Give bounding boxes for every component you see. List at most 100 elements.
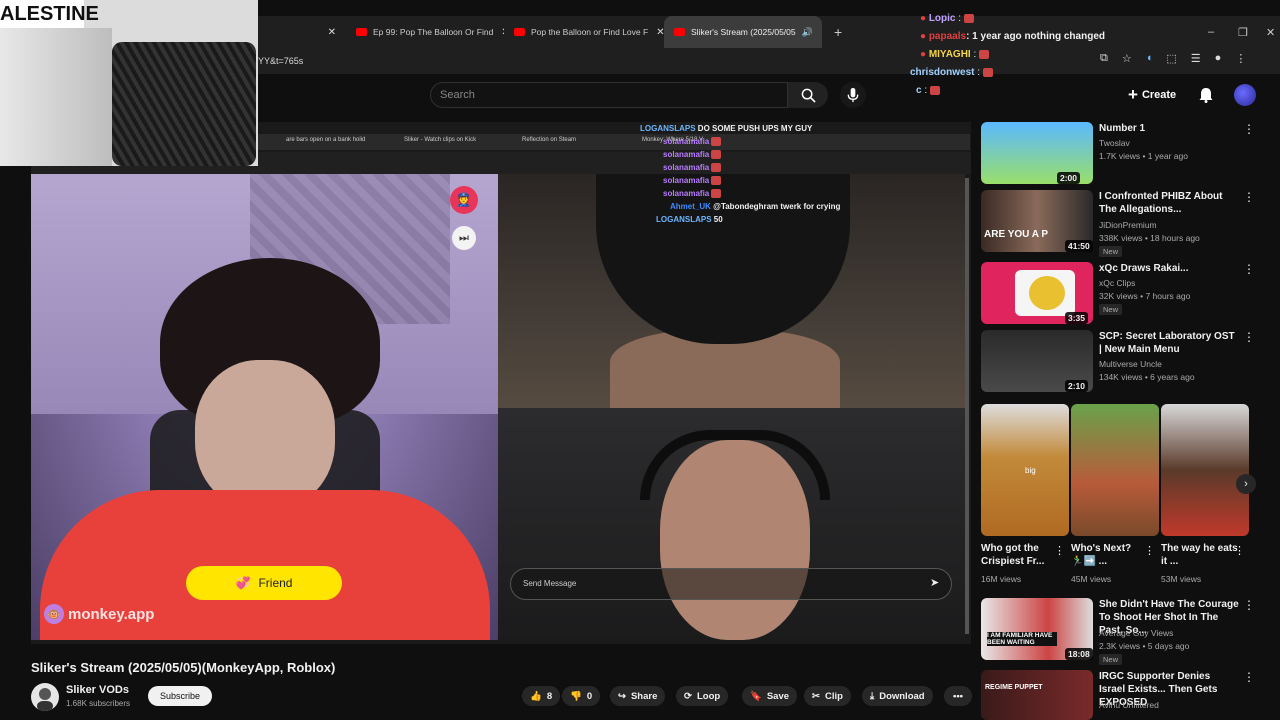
- short-thumbnail[interactable]: big: [981, 404, 1069, 536]
- channel-name[interactable]: xQc Clips: [1099, 278, 1135, 288]
- menu-icon[interactable]: ☰: [1191, 52, 1201, 65]
- monkey-logo-icon: 🐵: [44, 604, 64, 624]
- search-button[interactable]: [788, 82, 828, 108]
- more-icon[interactable]: ⋮: [1243, 190, 1255, 204]
- more-icon[interactable]: ⋮: [1234, 544, 1245, 557]
- download-button[interactable]: ⤓ Download: [862, 686, 933, 706]
- video-meta: 134K views • 6 years ago: [1099, 372, 1195, 382]
- like-button[interactable]: 👍 8: [522, 686, 561, 706]
- browser-tab-1[interactable]: Ep 99: Pop The Balloon Or Find ✕: [346, 16, 504, 48]
- more-icon[interactable]: ⋮: [1054, 544, 1065, 557]
- recommended-video[interactable]: REGIME PUPPET IRGC Supporter Denies Isra…: [981, 670, 1271, 720]
- notifications-button[interactable]: [1196, 84, 1216, 106]
- channel-name[interactable]: Multiverse Uncle: [1099, 359, 1162, 369]
- search-input[interactable]: Search: [430, 82, 788, 108]
- scrollbar[interactable]: [965, 178, 969, 634]
- minimize-button[interactable]: –: [1198, 16, 1222, 48]
- short-views: 45M views: [1071, 574, 1112, 584]
- video-title[interactable]: xQc Draws Rakai...: [1099, 262, 1239, 275]
- emote-icon: [929, 85, 940, 95]
- recommended-video[interactable]: 2:10 SCP: Secret Laboratory OST | New Ma…: [981, 330, 1271, 396]
- skip-button[interactable]: ⏭: [452, 226, 476, 250]
- video-title[interactable]: Number 1: [1099, 122, 1239, 135]
- channel-name[interactable]: Average Guy Views: [1099, 628, 1173, 638]
- scissors-icon: ✂: [812, 690, 820, 702]
- profile-icon[interactable]: ●: [1215, 52, 1222, 65]
- maximize-button[interactable]: ❐: [1228, 16, 1252, 48]
- video-title[interactable]: I Confronted PHIBZ About The Allegations…: [1099, 190, 1239, 216]
- emote-icon: [711, 150, 722, 160]
- browser-tab-hidden[interactable]: ✕: [262, 16, 346, 48]
- report-button[interactable]: 👮: [450, 186, 478, 214]
- chat-line: solanamafia: [640, 174, 870, 187]
- save-label: Save: [766, 690, 790, 702]
- bell-icon: [1199, 88, 1213, 103]
- more-icon[interactable]: ⋮: [1243, 330, 1255, 344]
- person-face: [195, 360, 335, 510]
- subscribe-button[interactable]: Subscribe: [148, 686, 212, 706]
- channel-name[interactable]: JiDionPremium: [1099, 220, 1157, 230]
- speaker-icon[interactable]: 🔊: [802, 27, 813, 38]
- chat-line: ● Lopic :: [910, 10, 1150, 28]
- more-icon[interactable]: ⋮: [1144, 544, 1155, 557]
- browser-tab-active[interactable]: Sliker's Stream (2025/05/05 🔊 ✕: [664, 16, 822, 48]
- more-icon[interactable]: ⋮: [1243, 670, 1255, 684]
- more-icon[interactable]: ⋮: [1243, 122, 1255, 136]
- friend-button[interactable]: 💞 Friend: [186, 566, 342, 600]
- share-button[interactable]: ↪ Share: [610, 686, 666, 706]
- thumbnail-text: ARE YOU A P: [984, 229, 1049, 240]
- send-icon[interactable]: ➤: [930, 576, 939, 589]
- channel-name[interactable]: Avihu Unfiltered: [1099, 700, 1159, 710]
- new-tab-button[interactable]: +: [824, 16, 848, 48]
- close-icon[interactable]: ✕: [493, 27, 504, 38]
- thumbnail-text: REGIME PUPPET: [985, 684, 1043, 691]
- account-avatar[interactable]: [1234, 84, 1256, 106]
- video-duration: 41:50: [1065, 240, 1093, 252]
- voice-search-button[interactable]: [840, 82, 866, 108]
- save-button[interactable]: 🔖 Save: [742, 686, 798, 706]
- video-meta: 32K views • 7 hours ago: [1099, 291, 1191, 301]
- close-icon[interactable]: ✕: [320, 27, 336, 38]
- tab-label: Ep 99: Pop The Balloon Or Find: [373, 27, 494, 37]
- send-message-input[interactable]: Send Message: [510, 568, 952, 600]
- channel-name[interactable]: Sliker VODs: [66, 684, 129, 696]
- channel-name[interactable]: Twoslav: [1099, 138, 1130, 148]
- more-icon[interactable]: ⋮: [1243, 598, 1255, 612]
- close-icon[interactable]: ✕: [813, 27, 822, 38]
- short-title[interactable]: The way he eats it ...: [1161, 542, 1241, 568]
- chat-line: solanamafia: [640, 148, 870, 161]
- download-label: Download: [879, 690, 925, 702]
- microphone-icon: [847, 87, 859, 102]
- bookmark-icon: 🔖: [750, 690, 762, 702]
- short-thumbnail[interactable]: [1071, 404, 1159, 536]
- recommended-video[interactable]: 3:35 xQc Draws Rakai... xQc Clips 32K vi…: [981, 262, 1271, 328]
- url-text[interactable]: YY&t=765s: [258, 56, 303, 66]
- clip-button[interactable]: ✂ Clip: [804, 686, 851, 706]
- recommended-video[interactable]: I AM FAMILIAR HAVE BEEN WAITING 18:08 Sh…: [981, 598, 1271, 665]
- short-title[interactable]: Who got the Crispiest Fr...: [981, 542, 1061, 568]
- extensions-icon[interactable]: ⬚: [1166, 52, 1176, 65]
- dislike-button[interactable]: 👎 0: [562, 686, 601, 706]
- short-title[interactable]: Who's Next? 🏃‍♂️➡️ ...: [1071, 542, 1151, 568]
- recommended-video[interactable]: 2:00 Number 1 Twoslav 1.7K views • 1 yea…: [981, 122, 1271, 188]
- short-thumbnail[interactable]: [1161, 404, 1249, 536]
- video-title[interactable]: SCP: Secret Laboratory OST | New Main Me…: [1099, 330, 1239, 356]
- video-thumbnail[interactable]: REGIME PUPPET: [981, 670, 1093, 720]
- window-close-button[interactable]: ✕: [1256, 16, 1280, 48]
- close-icon[interactable]: ✕: [648, 27, 664, 38]
- chevron-right-icon[interactable]: ›: [1236, 474, 1256, 494]
- new-badge: New: [1099, 246, 1123, 257]
- more-icon[interactable]: ⋮: [1243, 262, 1255, 276]
- recommended-video[interactable]: ARE YOU A P 41:50 I Confronted PHIBZ Abo…: [981, 190, 1271, 257]
- channel-avatar[interactable]: [31, 683, 59, 711]
- webcam-wall: [0, 28, 112, 166]
- more-actions-button[interactable]: •••: [944, 686, 972, 706]
- more-icon[interactable]: ⋮: [1235, 52, 1246, 65]
- loop-button[interactable]: ⟳ Loop: [676, 686, 729, 706]
- chat-line: [910, 0, 1150, 10]
- emote-icon: [982, 67, 993, 77]
- browser-tab-2[interactable]: Pop the Balloon or Find Love F ✕: [504, 16, 664, 48]
- short-views: 53M views: [1161, 574, 1202, 584]
- clip-label: Clip: [824, 690, 843, 702]
- video-duration: 18:08: [1065, 648, 1093, 660]
